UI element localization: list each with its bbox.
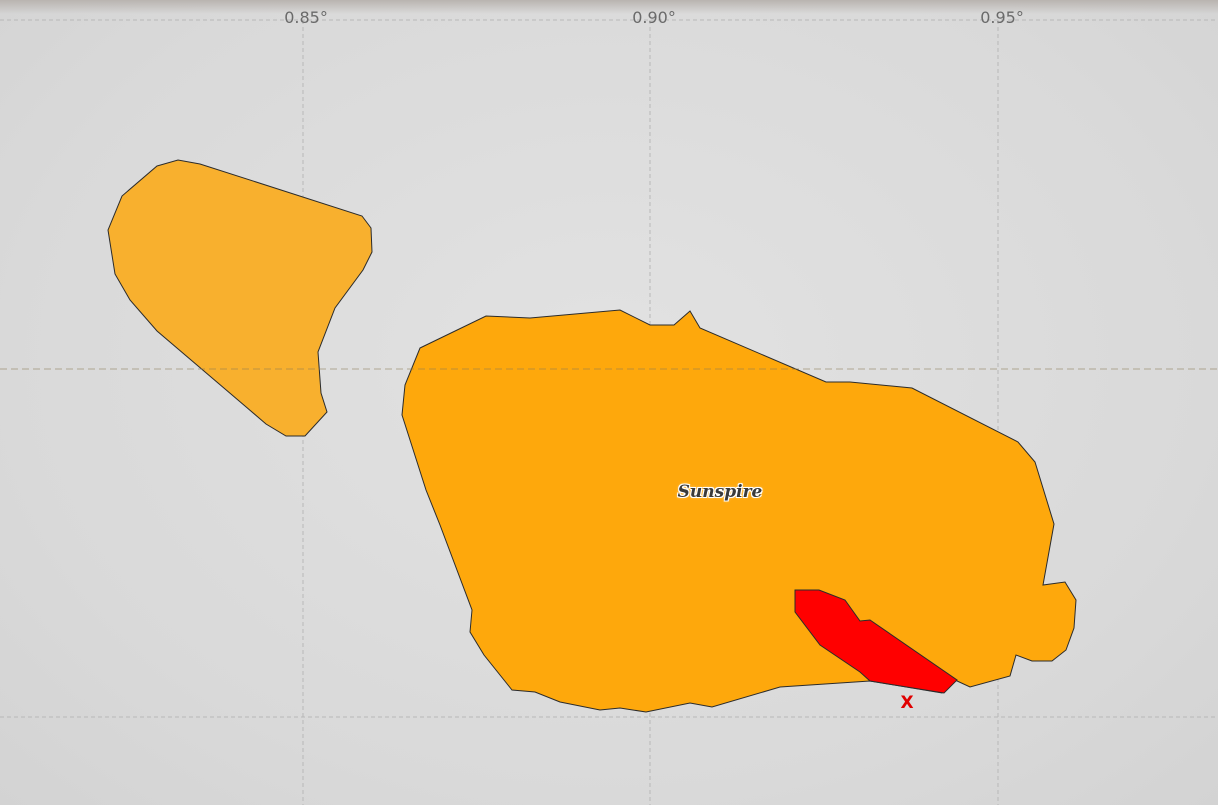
longitude-tick-2: 0.90° [632,8,676,27]
western-island[interactable] [107,159,373,437]
longitude-tick-3: 0.95° [980,8,1024,27]
map-canvas[interactable]: 0.85° 0.90° 0.95° Sunspire X [0,0,1218,805]
place-label-main-island: Sunspire [677,482,763,502]
x-marker[interactable]: X [900,693,913,713]
map-layer [0,19,1218,805]
longitude-tick-1: 0.85° [284,8,328,27]
main-island[interactable] [401,309,1077,713]
